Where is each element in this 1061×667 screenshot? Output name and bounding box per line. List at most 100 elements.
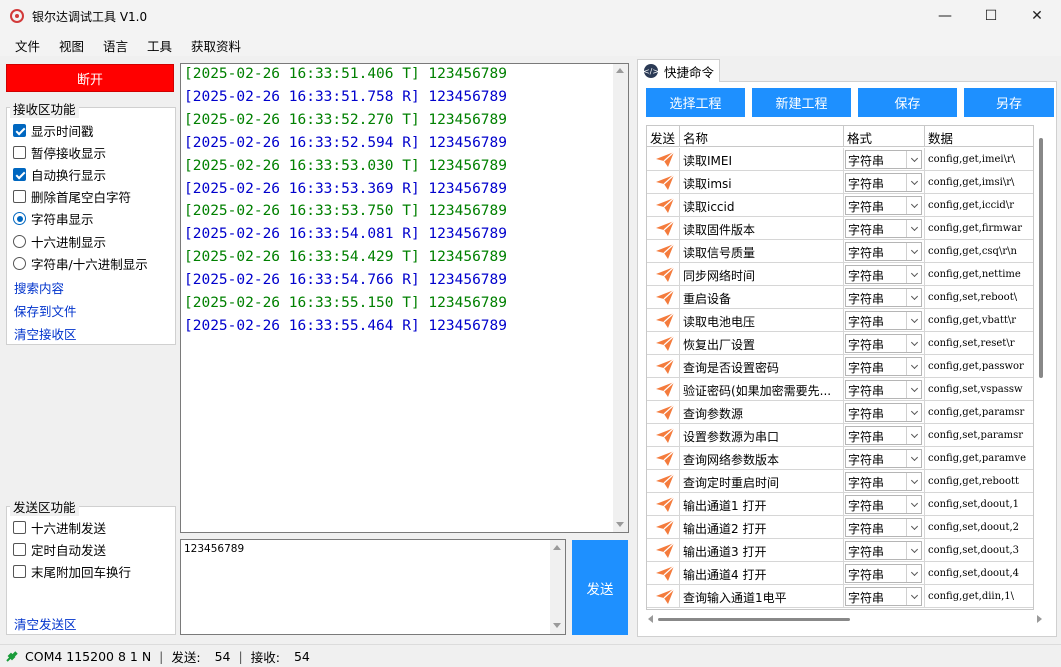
format-select[interactable]: 字符串 bbox=[845, 449, 922, 468]
format-select[interactable]: 字符串 bbox=[845, 288, 922, 307]
maximize-button[interactable]: ☐ bbox=[968, 0, 1014, 32]
hex-send-checkbox[interactable]: 十六进制发送 bbox=[13, 518, 106, 537]
chevron-down-icon[interactable] bbox=[906, 312, 921, 329]
send-row-icon[interactable] bbox=[655, 312, 675, 329]
clear-receive-link[interactable]: 清空接收区 bbox=[14, 324, 77, 343]
scroll-thumb[interactable] bbox=[1039, 138, 1043, 378]
send-row-icon[interactable] bbox=[655, 151, 675, 168]
scroll-right-icon[interactable] bbox=[1037, 615, 1042, 623]
auto-wrap-checkbox[interactable]: 自动换行显示 bbox=[13, 165, 106, 184]
scroll-down-icon[interactable] bbox=[616, 522, 624, 527]
chevron-down-icon[interactable] bbox=[906, 588, 921, 605]
chevron-down-icon[interactable] bbox=[906, 358, 921, 375]
chevron-down-icon[interactable] bbox=[906, 174, 921, 191]
format-select[interactable]: 字符串 bbox=[845, 518, 922, 537]
format-select[interactable]: 字符串 bbox=[845, 357, 922, 376]
chevron-down-icon[interactable] bbox=[906, 496, 921, 513]
scroll-down-icon[interactable] bbox=[553, 623, 561, 628]
send-row-icon[interactable] bbox=[655, 473, 675, 490]
receive-scrollbar[interactable] bbox=[613, 64, 628, 532]
pause-receive-checkbox[interactable]: 暂停接收显示 bbox=[13, 143, 106, 162]
tab-quick-commands[interactable]: </> 快捷命令 bbox=[637, 59, 720, 82]
format-select[interactable]: 字符串 bbox=[845, 495, 922, 514]
chevron-down-icon[interactable] bbox=[906, 220, 921, 237]
command-name[interactable]: 读取imsi bbox=[680, 171, 844, 194]
command-data[interactable]: config,set,vspassw bbox=[925, 378, 1033, 401]
chevron-down-icon[interactable] bbox=[906, 197, 921, 214]
scroll-up-icon[interactable] bbox=[616, 68, 624, 73]
command-data[interactable]: config,get,imsi\r\ bbox=[925, 171, 1033, 194]
chevron-down-icon[interactable] bbox=[906, 289, 921, 306]
close-button[interactable]: ✕ bbox=[1014, 0, 1060, 32]
send-row-icon[interactable] bbox=[655, 220, 675, 237]
save-button[interactable]: 保存 bbox=[858, 88, 957, 117]
chevron-down-icon[interactable] bbox=[906, 266, 921, 283]
format-select[interactable]: 字符串 bbox=[845, 173, 922, 192]
save-to-file-link[interactable]: 保存到文件 bbox=[14, 301, 77, 320]
disconnect-button[interactable]: 断开 bbox=[6, 64, 174, 92]
command-name[interactable]: 设置参数源为串口 bbox=[680, 424, 844, 447]
column-header-data[interactable]: 数据 bbox=[925, 126, 1033, 147]
command-name[interactable]: 查询是否设置密码 bbox=[680, 355, 844, 378]
chevron-down-icon[interactable] bbox=[906, 450, 921, 467]
format-select[interactable]: 字符串 bbox=[845, 150, 922, 169]
command-name[interactable]: 读取信号质量 bbox=[680, 240, 844, 263]
command-data[interactable]: config,set,doout,1 bbox=[925, 493, 1033, 516]
format-select[interactable]: 字符串 bbox=[845, 541, 922, 560]
chevron-down-icon[interactable] bbox=[906, 335, 921, 352]
command-name[interactable]: 读取固件版本 bbox=[680, 217, 844, 240]
chevron-down-icon[interactable] bbox=[906, 565, 921, 582]
clear-send-link[interactable]: 清空发送区 bbox=[14, 614, 77, 633]
command-data[interactable]: config,get,imei\r\ bbox=[925, 148, 1033, 171]
chevron-down-icon[interactable] bbox=[906, 473, 921, 490]
command-data[interactable]: config,get,reboott bbox=[925, 470, 1033, 493]
format-select[interactable]: 字符串 bbox=[845, 564, 922, 583]
command-data[interactable]: config,set,reboot\ bbox=[925, 286, 1033, 309]
format-select[interactable]: 字符串 bbox=[845, 403, 922, 422]
search-content-link[interactable]: 搜索内容 bbox=[14, 278, 64, 297]
command-name[interactable]: 恢复出厂设置 bbox=[680, 332, 844, 355]
send-row-icon[interactable] bbox=[655, 427, 675, 444]
send-row-icon[interactable] bbox=[655, 381, 675, 398]
format-select[interactable]: 字符串 bbox=[845, 311, 922, 330]
timed-send-checkbox[interactable]: 定时自动发送 bbox=[13, 540, 106, 559]
table-vertical-scrollbar[interactable] bbox=[1036, 126, 1046, 609]
command-name[interactable]: 查询定时重启时间 bbox=[680, 470, 844, 493]
send-row-icon[interactable] bbox=[655, 243, 675, 260]
menu-tools[interactable]: 工具 bbox=[147, 36, 172, 55]
menu-view[interactable]: 视图 bbox=[59, 36, 84, 55]
command-name[interactable]: 输出通道2 打开 bbox=[680, 516, 844, 539]
table-horizontal-scrollbar[interactable] bbox=[646, 612, 1046, 626]
menu-get-resources[interactable]: 获取资料 bbox=[191, 36, 241, 55]
command-data[interactable]: config,get,paramve bbox=[925, 447, 1033, 470]
column-header-format[interactable]: 格式 bbox=[844, 126, 925, 147]
command-data[interactable]: config,get,nettime bbox=[925, 263, 1033, 286]
send-row-icon[interactable] bbox=[655, 335, 675, 352]
command-name[interactable]: 读取IMEI bbox=[680, 148, 844, 171]
command-name[interactable]: 输出通道4 打开 bbox=[680, 562, 844, 585]
chevron-down-icon[interactable] bbox=[906, 151, 921, 168]
hex-display-radio[interactable]: 十六进制显示 bbox=[13, 232, 106, 251]
scroll-up-icon[interactable] bbox=[553, 545, 561, 550]
command-data[interactable]: config,get,iccid\r bbox=[925, 194, 1033, 217]
send-row-icon[interactable] bbox=[655, 496, 675, 513]
format-select[interactable]: 字符串 bbox=[845, 219, 922, 238]
chevron-down-icon[interactable] bbox=[906, 519, 921, 536]
send-row-icon[interactable] bbox=[655, 197, 675, 214]
command-name[interactable]: 重启设备 bbox=[680, 286, 844, 309]
receive-area[interactable]: [2025-02-26 16:33:51.406 T] 123456789 [20… bbox=[180, 63, 629, 533]
command-name[interactable]: 读取iccid bbox=[680, 194, 844, 217]
menu-language[interactable]: 语言 bbox=[103, 36, 128, 55]
select-project-button[interactable]: 选择工程 bbox=[646, 88, 745, 117]
send-input[interactable]: 123456789 bbox=[180, 539, 566, 635]
command-data[interactable]: config,set,doout,3 bbox=[925, 539, 1033, 562]
column-header-send[interactable]: 发送 bbox=[647, 126, 680, 147]
command-name[interactable]: 输出通道1 打开 bbox=[680, 493, 844, 516]
send-row-icon[interactable] bbox=[655, 565, 675, 582]
format-select[interactable]: 字符串 bbox=[845, 426, 922, 445]
command-name[interactable]: 同步网络时间 bbox=[680, 263, 844, 286]
command-name[interactable]: 读取电池电压 bbox=[680, 309, 844, 332]
scroll-thumb[interactable] bbox=[658, 618, 850, 621]
send-row-icon[interactable] bbox=[655, 358, 675, 375]
show-timestamp-checkbox[interactable]: 显示时间戳 bbox=[13, 121, 94, 140]
